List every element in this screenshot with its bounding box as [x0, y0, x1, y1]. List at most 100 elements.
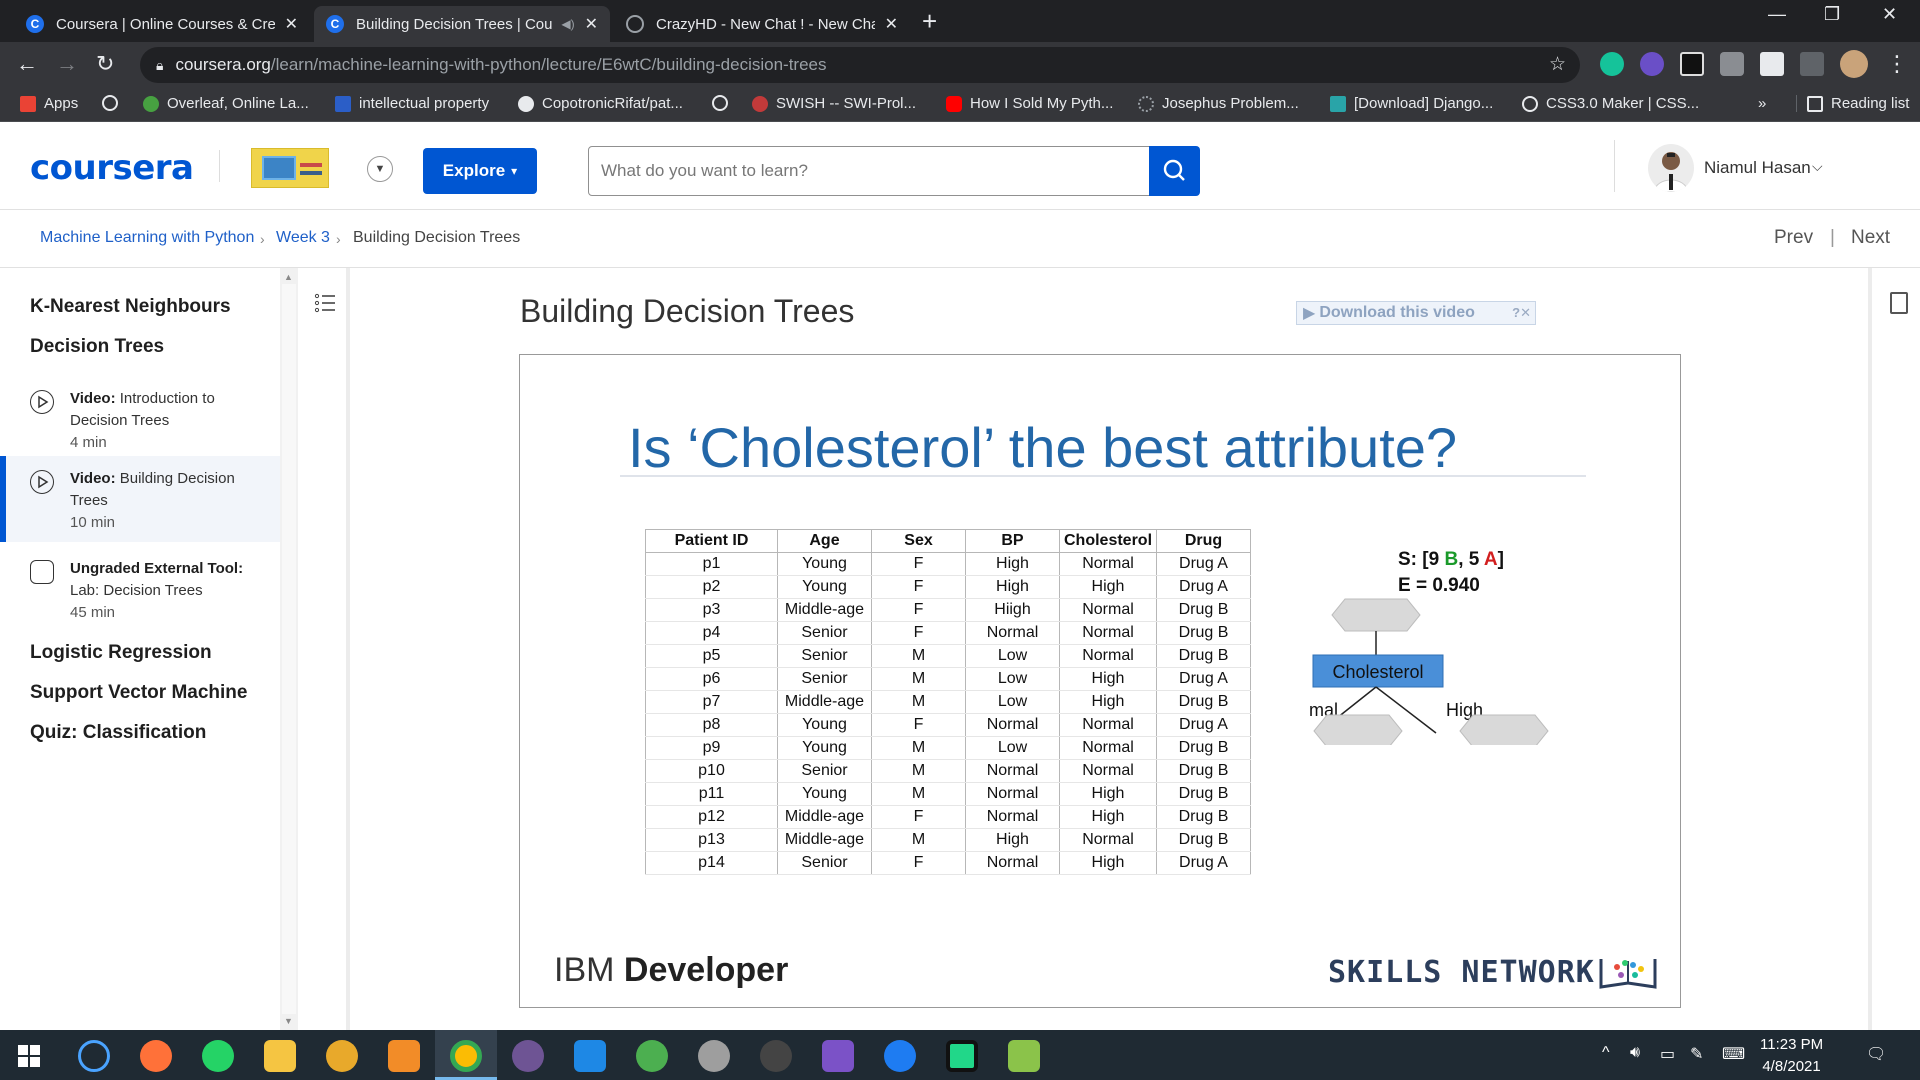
explore-button[interactable]: Explore ▾ [423, 148, 537, 194]
bookmark-josephus[interactable]: Josephus Problem... [1138, 95, 1299, 112]
bookmark-css3[interactable]: CSS3.0 Maker | CSS... [1522, 95, 1699, 112]
pen-icon[interactable]: ✎ [1690, 1044, 1703, 1064]
vscode-icon[interactable] [574, 1040, 606, 1072]
sidebar-section-knn[interactable]: K-Nearest Neighbours [30, 296, 231, 318]
back-icon[interactable]: ← [16, 51, 38, 77]
scroll-down-icon[interactable]: ▼ [284, 1016, 293, 1026]
bookmark-django[interactable]: [Download] Django... [1330, 95, 1493, 112]
user-name[interactable]: Niamul Hasan [1704, 158, 1811, 178]
breadcrumb-current: Building Decision Trees [353, 229, 521, 246]
volume-icon[interactable]: 🔊︎ [1630, 1044, 1640, 1062]
download-video-button[interactable]: ▶ Download this video ?✕ [1296, 301, 1536, 325]
close-icon[interactable]: ✕ [285, 14, 298, 34]
next-link[interactable]: Next [1851, 227, 1890, 249]
bookmark-overleaf[interactable]: Overleaf, Online La... [143, 95, 309, 112]
avatar[interactable] [1648, 144, 1694, 192]
extension-icon[interactable] [1640, 52, 1664, 76]
app-icon[interactable] [698, 1040, 730, 1072]
apps-grid-icon [20, 95, 36, 112]
window-close-icon[interactable]: ✕ [1882, 4, 1897, 25]
course-thumbnail[interactable] [251, 148, 329, 188]
bookmark-github[interactable]: CopotronicRifat/pat... [518, 95, 683, 112]
windows-start-icon[interactable] [18, 1045, 40, 1067]
bookmark-youtube[interactable]: How I Sold My Pyth... [946, 95, 1113, 112]
table-cell: Senior [777, 851, 872, 875]
sidebar-section-logistic-regression[interactable]: Logistic Regression [30, 642, 212, 664]
minimize-icon[interactable]: — [1768, 4, 1786, 25]
help-close-icon[interactable]: ?✕ [1512, 305, 1531, 321]
table-cell: High [1058, 782, 1158, 806]
browser-tab-crazyhd[interactable]: CrazyHD - New Chat ! - New Cha ✕ [614, 6, 910, 42]
bookmarks-overflow-button[interactable]: » [1758, 95, 1766, 112]
address-bar[interactable]: 🔒︎ coursera.org/learn/machine-learning-w… [140, 47, 1580, 83]
file-explorer-icon[interactable] [264, 1040, 296, 1072]
slide-title: Is ‘Cholesterol’ the best attribute? [628, 416, 1458, 479]
visual-studio-icon[interactable] [822, 1040, 854, 1072]
puzzle-icon[interactable] [1760, 52, 1784, 76]
prev-link[interactable]: Prev [1774, 227, 1813, 249]
github-desktop-icon[interactable] [512, 1040, 544, 1072]
table-cell: Low [965, 644, 1060, 668]
bookmark-apps[interactable]: Apps [20, 95, 78, 112]
bookmark-star-icon[interactable]: ☆ [1549, 53, 1566, 76]
sidebar-scrollbar[interactable]: ▲ ▼ [280, 268, 298, 1030]
search-input[interactable] [588, 146, 1150, 196]
speaker-icon[interactable]: ◀) [561, 17, 574, 31]
video-player[interactable]: Is ‘Cholesterol’ the best attribute? Pat… [519, 354, 1681, 1008]
forward-icon[interactable]: → [56, 51, 78, 77]
whatsapp-icon[interactable] [202, 1040, 234, 1072]
table-row: p13 Middle-age M High Normal Drug B [645, 828, 1252, 852]
breadcrumb-course-link[interactable]: Machine Learning with Python [40, 229, 254, 247]
bookmark-globe[interactable] [102, 95, 126, 111]
close-icon[interactable]: ✕ [585, 14, 598, 34]
extension-icon[interactable] [1680, 52, 1704, 76]
browser-tab-building-decision-trees[interactable]: C Building Decision Trees | Cou ◀) ✕ [314, 6, 610, 42]
profile-avatar-icon[interactable] [1840, 50, 1868, 78]
bookmark-globe-2[interactable] [712, 95, 736, 111]
notifications-icon[interactable]: 🗨︎ [1866, 1044, 1886, 1064]
ibm-text: IBM [554, 951, 624, 989]
sidebar-item-building-decision-trees[interactable]: Video: Building Decision Trees 10 min [0, 456, 280, 542]
sidebar-item-intro-decision-trees[interactable]: Video: Introduction to Decision Trees 4 … [0, 376, 280, 462]
app-icon[interactable] [1008, 1040, 1040, 1072]
app-icon[interactable] [326, 1040, 358, 1072]
chrome-icon[interactable] [450, 1040, 482, 1072]
search-button[interactable] [1149, 146, 1200, 196]
chevron-up-icon[interactable]: ^ [1602, 1044, 1610, 1062]
sidebar-section-svm[interactable]: Support Vector Machine [30, 682, 247, 704]
coursera-logo[interactable]: coursera [30, 148, 194, 188]
system-clock[interactable]: 11:23 PM 4/8/2021 [1760, 1034, 1823, 1078]
app-icon[interactable] [636, 1040, 668, 1072]
breadcrumb-week-link[interactable]: Week 3 [276, 229, 330, 247]
notes-icon[interactable] [1890, 292, 1908, 314]
scroll-up-icon[interactable]: ▲ [284, 272, 293, 282]
chevron-down-icon[interactable]: ▼ [367, 156, 393, 182]
sidebar-section-decision-trees[interactable]: Decision Trees [30, 336, 164, 358]
download-label: Download this video [1319, 304, 1475, 321]
media-control-icon[interactable] [1800, 52, 1824, 76]
search-cortana-icon[interactable] [78, 1040, 110, 1072]
sidebar-section-quiz[interactable]: Quiz: Classification [30, 722, 206, 744]
menu-kebab-icon[interactable]: ⋮ [1886, 51, 1908, 77]
firefox-icon[interactable] [140, 1040, 172, 1072]
app-icon[interactable] [388, 1040, 420, 1072]
table-row: p1 Young F High Normal Drug A [645, 552, 1252, 576]
close-icon[interactable]: ✕ [885, 14, 898, 34]
keyboard-icon[interactable]: ⌨ [1722, 1044, 1745, 1064]
messenger-icon[interactable] [884, 1040, 916, 1072]
browser-tab-coursera-home[interactable]: C Coursera | Online Courses & Cre ✕ [14, 6, 310, 42]
list-icon[interactable] [314, 292, 336, 314]
app-icon[interactable] [760, 1040, 792, 1072]
bookmark-intellectual-property[interactable]: intellectual property [335, 95, 489, 112]
restore-icon[interactable]: ❐ [1824, 4, 1840, 25]
network-icon[interactable]: ▭ [1660, 1044, 1675, 1064]
chevron-down-icon[interactable]: ⌵ [1812, 158, 1823, 175]
new-tab-icon[interactable]: + [922, 6, 937, 37]
sidebar-item-lab-decision-trees[interactable]: Ungraded External Tool: Lab: Decision Tr… [0, 546, 280, 632]
pycharm-icon[interactable] [946, 1040, 978, 1072]
reading-list-button[interactable]: Reading list [1796, 95, 1909, 112]
grammarly-icon[interactable] [1600, 52, 1624, 76]
reload-icon[interactable]: ↻ [96, 51, 114, 77]
camera-icon[interactable] [1720, 52, 1744, 76]
bookmark-swish[interactable]: SWISH -- SWI-Prol... [752, 95, 916, 112]
